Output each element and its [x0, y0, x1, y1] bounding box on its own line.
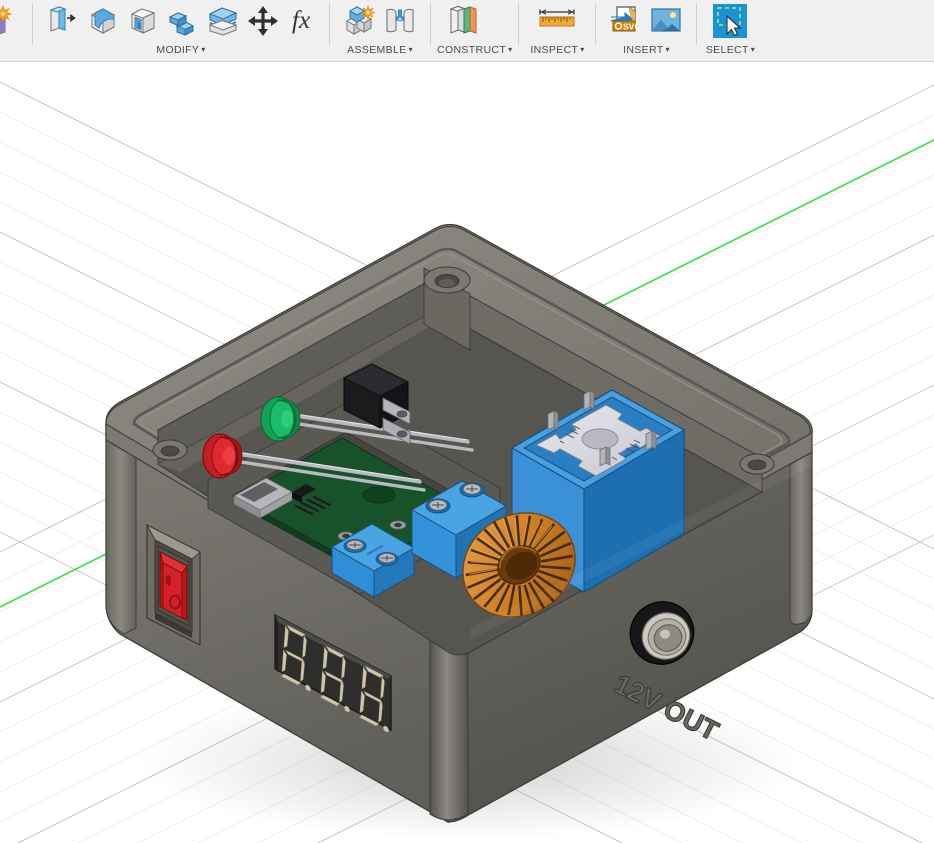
toolbar-label-assemble: ASSEMBLE ▾ [347, 44, 413, 56]
screw-boss-right [739, 453, 775, 475]
press-pull-icon[interactable] [43, 2, 83, 40]
new-component-icon[interactable] [340, 2, 380, 40]
toolbar-group-select: SELECT ▾ [703, 0, 757, 61]
toolbar-separator [329, 3, 331, 45]
case-corner-right [789, 451, 813, 625]
create-sketch-icon[interactable] [0, 2, 22, 40]
toolbar-separator [32, 3, 33, 45]
toolbar-label-insert: INSERT ▾ [623, 44, 670, 56]
joint-icon[interactable] [380, 2, 420, 40]
measure-icon[interactable] [529, 2, 585, 40]
toolbar-group-construct: CONSTRUCT ▾ [437, 0, 513, 61]
select-window-icon[interactable] [707, 2, 753, 40]
insert-svg-icon[interactable]: SVG [606, 2, 646, 40]
toolbar-label-modify: MODIFY ▾ [156, 44, 206, 56]
toolbar-label-inspect: INSPECT ▾ [530, 44, 585, 56]
combine-icon[interactable] [163, 2, 203, 40]
toolbar-label-select: SELECT ▾ [705, 44, 756, 56]
toolbar-label-construct: CONSTRUCT ▾ [437, 44, 513, 56]
toolbar-separator [518, 3, 520, 45]
split-body-icon[interactable] [203, 2, 243, 40]
screw-boss-left [152, 439, 188, 461]
offset-plane-icon[interactable] [441, 2, 487, 40]
toolbar-label-create [0, 40, 26, 44]
toolbar-group-assemble: ASSEMBLE ▾ [336, 0, 424, 61]
svg-text:SVG: SVG [623, 22, 641, 32]
3d-viewport[interactable]: 12V OUT [0, 62, 934, 843]
toolbar-separator [696, 3, 698, 45]
ribbon-toolbar: fx MODIFY ▾ ASSEMBLE ▾ CONSTRUCT ▾ INSPE… [0, 0, 934, 62]
toolbar-group-create [0, 0, 26, 61]
toolbar-separator [430, 3, 432, 45]
toolbar-group-inspect: INSPECT ▾ [525, 0, 589, 61]
toolbar-group-modify: fx MODIFY ▾ [39, 0, 323, 61]
fusion-360-window: fx MODIFY ▾ ASSEMBLE ▾ CONSTRUCT ▾ INSPE… [0, 0, 934, 843]
move-copy-icon[interactable] [243, 2, 283, 40]
shell-icon[interactable] [123, 2, 163, 40]
canvas-image-icon[interactable] [646, 2, 686, 40]
change-parameters-icon[interactable]: fx [283, 2, 319, 40]
enclosure-model[interactable]: 12V OUT [0, 62, 934, 843]
fillet-icon[interactable] [83, 2, 123, 40]
toolbar-group-insert: SVG INSERT ▾ [602, 0, 690, 61]
toolbar-separator [595, 3, 597, 45]
